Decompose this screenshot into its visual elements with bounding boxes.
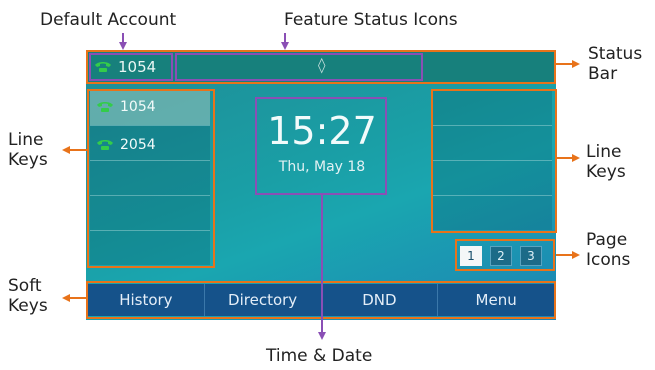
line-keys-left-outline [87, 89, 215, 268]
default-account-outline [89, 53, 173, 81]
status-bar-outline [86, 50, 556, 84]
page-icons-outline [455, 239, 555, 271]
feature-status-icons-outline [175, 53, 423, 81]
time-date-outline [255, 97, 387, 195]
line-keys-right-outline [431, 89, 557, 233]
callout-overlay [62, 33, 580, 340]
